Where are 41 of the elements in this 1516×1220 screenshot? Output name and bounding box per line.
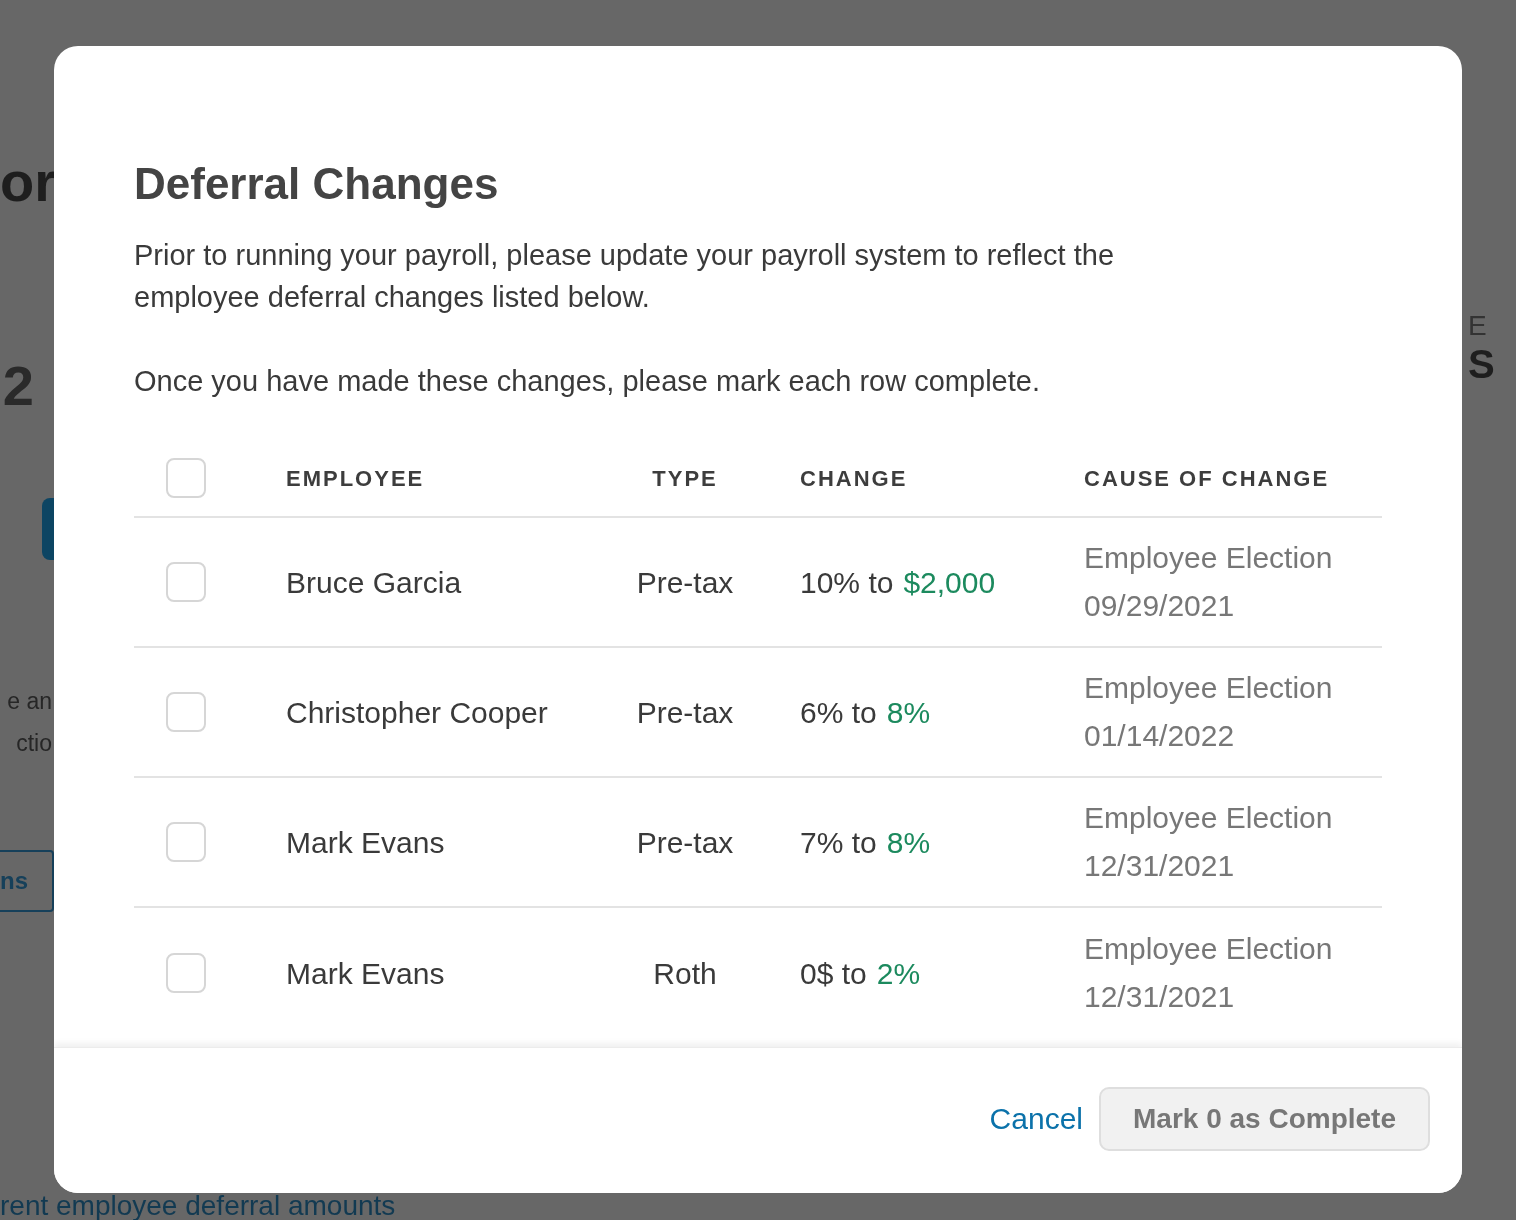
change-date: 12/31/2021 bbox=[1084, 979, 1236, 1015]
dialog-title: Deferral Changes bbox=[134, 158, 500, 210]
change-cause: Employee Election bbox=[1084, 670, 1334, 706]
column-header: EMPLOYEE bbox=[286, 464, 425, 493]
new-deferral: 8% bbox=[886, 824, 931, 861]
instruction-text: Prior to running your payroll, please update your payroll system to reflect the employee deferral changes listed below. bbox=[134, 238, 1116, 315]
background-heading: S bbox=[1468, 342, 1495, 386]
column-header: CAUSE OF CHANGE bbox=[1084, 464, 1330, 493]
old-deferral: 10% to bbox=[800, 564, 894, 601]
employee-name: Mark Evans bbox=[286, 824, 445, 861]
old-deferral: 0$ to bbox=[800, 955, 867, 992]
change-cause: Employee Election bbox=[1084, 800, 1334, 836]
deferral-type: Pre-tax bbox=[636, 564, 734, 601]
checkbox[interactable] bbox=[166, 953, 206, 993]
checkbox[interactable] bbox=[166, 692, 206, 732]
checkbox[interactable] bbox=[166, 822, 206, 862]
checkbox[interactable] bbox=[166, 458, 206, 498]
old-deferral: 7% to bbox=[800, 824, 877, 861]
column-header: CHANGE bbox=[800, 464, 908, 493]
change-date: 12/31/2021 bbox=[1084, 848, 1236, 884]
employee-name: Mark Evans bbox=[286, 955, 445, 992]
employee-name: Bruce Garcia bbox=[286, 564, 462, 601]
instruction-text: Once you have made these changes, please mark each row complete. bbox=[134, 364, 1041, 399]
employee-name: Christopher Cooper bbox=[286, 694, 548, 731]
old-deferral: 6% to bbox=[800, 694, 877, 731]
cancel-link[interactable]: Cancel bbox=[989, 1096, 1083, 1141]
new-deferral: 2% bbox=[876, 955, 921, 992]
column-header: TYPE bbox=[652, 464, 718, 493]
change-date: 09/29/2021 bbox=[1084, 588, 1236, 624]
background-text: ctio bbox=[16, 729, 52, 758]
checkbox[interactable] bbox=[166, 562, 206, 602]
deferral-type: Pre-tax bbox=[636, 824, 734, 861]
background-text: e an bbox=[7, 687, 52, 716]
change-cause: Employee Election bbox=[1084, 931, 1334, 967]
deferral-type: Pre-tax bbox=[636, 694, 734, 731]
new-deferral: 8% bbox=[886, 694, 931, 731]
new-deferral: $2,000 bbox=[903, 564, 996, 601]
background-number: 2 bbox=[2, 354, 34, 418]
deferral-type: Roth bbox=[653, 955, 717, 992]
change-date: 01/14/2022 bbox=[1084, 718, 1236, 754]
change-cause: Employee Election bbox=[1084, 540, 1334, 576]
